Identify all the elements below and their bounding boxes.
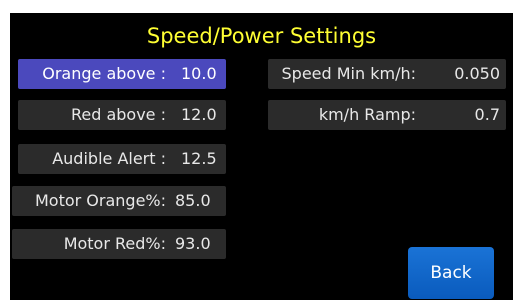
- audible-alert-field[interactable]: Audible Alert : 12.5: [18, 144, 226, 174]
- field-label: Orange above :: [42, 64, 166, 83]
- field-label: km/h Ramp:: [318, 105, 416, 124]
- red-above-field[interactable]: Red above : 12.0: [18, 100, 226, 130]
- motor-red-field[interactable]: Motor Red%: 93.0: [12, 229, 226, 259]
- field-value: 0.050: [454, 64, 500, 83]
- field-value: 85.0: [175, 191, 211, 210]
- field-label: Motor Orange%:: [34, 191, 166, 210]
- field-label: Audible Alert :: [52, 149, 166, 168]
- orange-above-field[interactable]: Orange above : 10.0: [18, 59, 226, 89]
- kmh-ramp-field[interactable]: km/h Ramp: 0.7: [268, 100, 506, 130]
- speed-min-field[interactable]: Speed Min km/h: 0.050: [268, 59, 506, 89]
- field-value: 93.0: [175, 234, 211, 253]
- page-title: Speed/Power Settings: [146, 24, 377, 48]
- motor-orange-field[interactable]: Motor Orange%: 85.0: [12, 186, 226, 216]
- field-value: 12.5: [181, 149, 217, 168]
- field-label: Speed Min km/h:: [281, 64, 417, 83]
- back-button[interactable]: Back: [408, 247, 494, 299]
- field-label: Motor Red%:: [63, 234, 166, 253]
- settings-screen: Speed/Power Settings Orange above : 10.0…: [10, 13, 513, 300]
- field-label: Red above :: [70, 105, 166, 124]
- field-value: 0.7: [474, 105, 500, 124]
- field-value: 10.0: [181, 64, 217, 83]
- field-value: 12.0: [181, 105, 217, 124]
